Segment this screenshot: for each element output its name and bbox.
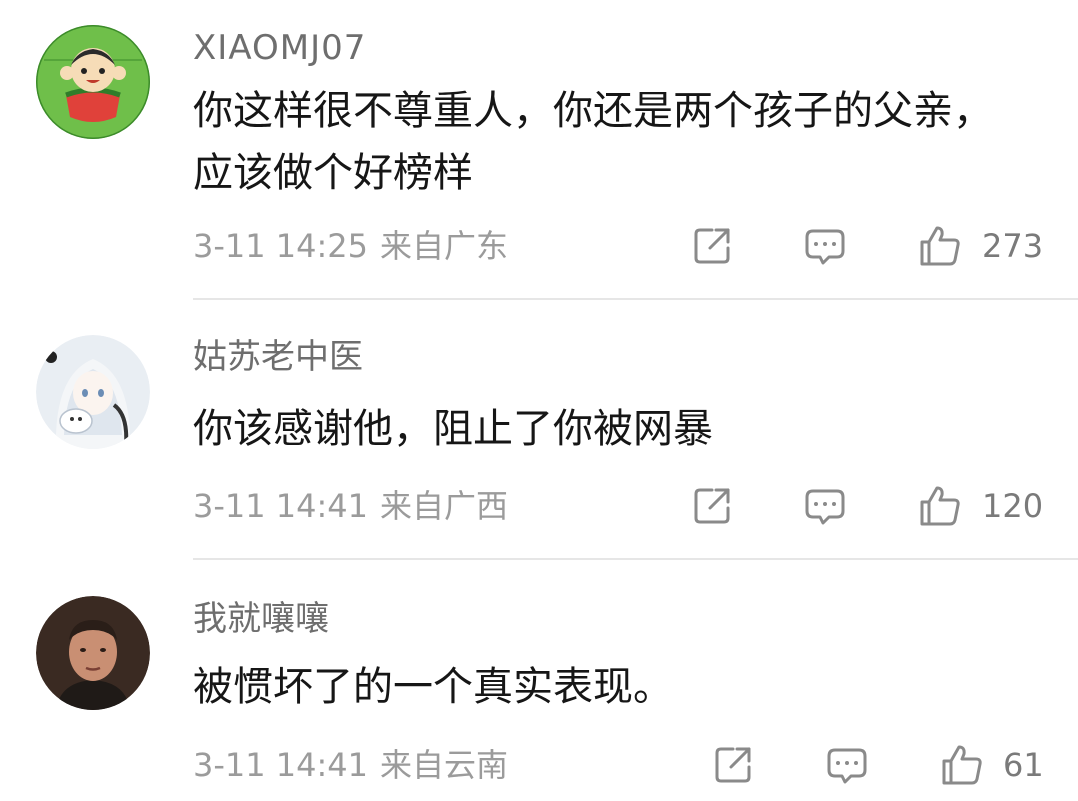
like-count: 120 (982, 487, 1044, 525)
comment-location: 来自广东 (380, 227, 509, 265)
username[interactable]: 姑苏老中医 (193, 340, 363, 374)
thumbs-up-icon[interactable] (918, 224, 962, 268)
thumbs-up-icon[interactable] (940, 743, 984, 787)
avatar[interactable] (36, 596, 150, 710)
comment-item[interactable]: 姑苏老中医 你该感谢他，阻止了你被网暴 3-11 14:41 来自广西 120 (0, 300, 1078, 558)
share-icon[interactable] (690, 224, 734, 268)
share-icon[interactable] (690, 484, 734, 528)
anime-girl-avatar-icon (36, 335, 150, 449)
comment-time: 3-11 14:41 (193, 746, 369, 784)
comment-item[interactable]: XIAOMJ07 你这样很不尊重人，你还是两个孩子的父亲，应该做个好榜样 3-1… (0, 0, 1078, 298)
username[interactable]: XIAOMJ07 (193, 31, 366, 65)
comment-meta: 3-11 14:41 来自广西 (193, 490, 508, 522)
man-photo-avatar-icon (36, 596, 150, 710)
comment-time: 3-11 14:41 (193, 487, 369, 525)
comment-bubble-icon[interactable] (803, 224, 847, 268)
comment-text: 被惯坏了的一个真实表现。 (193, 664, 673, 710)
thumbs-up-icon[interactable] (918, 484, 962, 528)
avatar[interactable] (36, 335, 150, 449)
comment-text: 你这样很不尊重人，你还是两个孩子的父亲，应该做个好榜样 (193, 88, 993, 196)
comment-meta: 3-11 14:25 来自广东 (193, 230, 508, 262)
comment-text: 你该感谢他，阻止了你被网暴 (193, 406, 713, 452)
avatar[interactable] (36, 25, 150, 139)
like-count: 273 (982, 227, 1044, 265)
comment-meta: 3-11 14:41 来自云南 (193, 749, 508, 781)
comment-item[interactable]: 我就嚷嚷 被惯坏了的一个真实表现。 3-11 14:41 来自云南 61 (0, 560, 1078, 801)
comment-location: 来自广西 (380, 487, 509, 525)
comment-bubble-icon[interactable] (825, 743, 869, 787)
username[interactable]: 我就嚷嚷 (193, 602, 329, 636)
watermelon-avatar-icon (36, 25, 150, 139)
comment-location: 来自云南 (380, 746, 509, 784)
share-icon[interactable] (711, 743, 755, 787)
like-count: 61 (1003, 746, 1044, 784)
comment-time: 3-11 14:25 (193, 227, 369, 265)
comment-bubble-icon[interactable] (803, 484, 847, 528)
